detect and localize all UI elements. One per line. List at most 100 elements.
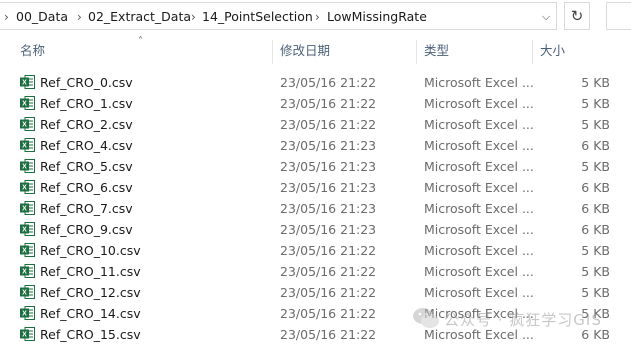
file-name: Ref_CRO_0.csv	[40, 75, 133, 90]
file-size: 5 KB	[581, 117, 610, 132]
file-type: Microsoft Excel ...	[424, 96, 534, 111]
svg-text:X: X	[22, 122, 27, 129]
file-name: Ref_CRO_12.csv	[40, 285, 141, 300]
file-type: Microsoft Excel ...	[424, 285, 534, 300]
svg-text:X: X	[22, 290, 27, 297]
file-modified: 23/05/16 21:22	[280, 327, 377, 342]
file-type: Microsoft Excel ...	[424, 75, 534, 90]
address-bar: › 00_Data › 02_Extract_Data › 14_PointSe…	[0, 0, 631, 34]
column-header-name[interactable]: 名称	[20, 36, 45, 66]
svg-text:X: X	[22, 311, 27, 318]
file-name: Ref_CRO_14.csv	[40, 306, 141, 321]
file-type: Microsoft Excel ...	[424, 138, 534, 153]
svg-text:X: X	[22, 80, 27, 87]
file-name: Ref_CRO_1.csv	[40, 96, 133, 111]
excel-csv-icon: X	[20, 285, 35, 299]
file-modified: 23/05/16 21:23	[280, 201, 377, 216]
file-row[interactable]: X Ref_CRO_6.csv 23/05/16 21:23 Microsoft Ex…	[0, 177, 631, 198]
file-size: 5 KB	[581, 159, 610, 174]
column-divider[interactable]	[416, 40, 417, 64]
column-divider[interactable]	[532, 40, 533, 64]
column-header-size[interactable]: 大小	[540, 36, 565, 66]
breadcrumb-item-extract-data[interactable]: 02_Extract_Data	[88, 3, 191, 31]
search-input[interactable]	[606, 2, 631, 30]
file-row[interactable]: X Ref_CRO_5.csv 23/05/16 21:23 Microsoft Ex…	[0, 156, 631, 177]
breadcrumb[interactable]: › 00_Data › 02_Extract_Data › 14_PointSe…	[0, 2, 557, 30]
file-row[interactable]: X Ref_CRO_9.csv 23/05/16 21:23 Microsoft Ex…	[0, 219, 631, 240]
file-name: Ref_CRO_11.csv	[40, 264, 141, 279]
svg-text:X: X	[22, 269, 27, 276]
file-modified: 23/05/16 21:23	[280, 222, 377, 237]
breadcrumb-item-00-data[interactable]: 00_Data	[16, 3, 68, 31]
file-type: Microsoft Excel ...	[424, 159, 534, 174]
file-row[interactable]: X Ref_CRO_11.csv 23/05/16 21:22 Microsoft E…	[0, 261, 631, 282]
column-header-type[interactable]: 类型	[424, 36, 449, 66]
file-modified: 23/05/16 21:23	[280, 138, 377, 153]
file-modified: 23/05/16 21:23	[280, 180, 377, 195]
refresh-icon: ↻	[570, 7, 584, 25]
excel-csv-icon: X	[20, 138, 35, 152]
file-name: Ref_CRO_6.csv	[40, 180, 133, 195]
file-row[interactable]: X Ref_CRO_0.csv 23/05/16 21:22 Microsoft Ex…	[0, 72, 631, 93]
file-row[interactable]: X Ref_CRO_2.csv 23/05/16 21:22 Microsoft Ex…	[0, 114, 631, 135]
svg-text:X: X	[22, 332, 27, 339]
excel-csv-icon: X	[20, 96, 35, 110]
excel-csv-icon: X	[20, 306, 35, 320]
file-size: 6 KB	[581, 138, 610, 153]
svg-text:X: X	[22, 248, 27, 255]
file-type: Microsoft Excel ...	[424, 117, 534, 132]
file-name: Ref_CRO_4.csv	[40, 138, 133, 153]
file-type: Microsoft Excel ...	[424, 222, 534, 237]
file-modified: 23/05/16 21:23	[280, 159, 377, 174]
excel-csv-icon: X	[20, 264, 35, 278]
file-size: 5 KB	[581, 285, 610, 300]
chevron-right-icon[interactable]: ›	[4, 3, 9, 31]
svg-text:X: X	[22, 206, 27, 213]
chevron-right-icon[interactable]: ›	[315, 3, 320, 31]
file-name: Ref_CRO_5.csv	[40, 159, 133, 174]
excel-csv-icon: X	[20, 75, 35, 89]
svg-text:X: X	[22, 164, 27, 171]
breadcrumb-item-point-selection[interactable]: 14_PointSelection	[202, 3, 313, 31]
excel-csv-icon: X	[20, 327, 35, 341]
watermark: 公众号 · 疯狂学习GIS	[412, 305, 628, 335]
watermark-text: 公众号 · 疯狂学习GIS	[444, 311, 602, 329]
file-size: 6 KB	[581, 201, 610, 216]
excel-csv-icon: X	[20, 117, 35, 131]
chevron-right-icon[interactable]: ›	[77, 3, 82, 31]
file-name: Ref_CRO_9.csv	[40, 222, 133, 237]
file-modified: 23/05/16 21:22	[280, 243, 377, 258]
file-row[interactable]: X Ref_CRO_12.csv 23/05/16 21:22 Microsoft E…	[0, 282, 631, 303]
chevron-down-icon[interactable]: ⌵	[535, 3, 557, 31]
file-size: 6 KB	[581, 180, 610, 195]
file-modified: 23/05/16 21:22	[280, 117, 377, 132]
file-row[interactable]: X Ref_CRO_10.csv 23/05/16 21:22 Microsoft E…	[0, 240, 631, 261]
file-name: Ref_CRO_7.csv	[40, 201, 133, 216]
breadcrumb-item-low-missing-rate[interactable]: LowMissingRate	[327, 3, 427, 31]
file-size: 5 KB	[581, 243, 610, 258]
svg-text:X: X	[22, 185, 27, 192]
column-header-modified[interactable]: 修改日期	[280, 36, 330, 66]
file-row[interactable]: X Ref_CRO_4.csv 23/05/16 21:23 Microsoft Ex…	[0, 135, 631, 156]
sort-ascending-icon: ˄	[138, 36, 143, 47]
svg-text:X: X	[22, 101, 27, 108]
file-type: Microsoft Excel ...	[424, 243, 534, 258]
file-name: Ref_CRO_10.csv	[40, 243, 141, 258]
file-modified: 23/05/16 21:22	[280, 264, 377, 279]
file-row[interactable]: X Ref_CRO_1.csv 23/05/16 21:22 Microsoft Ex…	[0, 93, 631, 114]
wechat-icon	[413, 308, 439, 328]
file-modified: 23/05/16 21:22	[280, 285, 377, 300]
excel-csv-icon: X	[20, 159, 35, 173]
column-divider[interactable]	[272, 40, 273, 64]
chevron-right-icon[interactable]: ›	[191, 3, 196, 31]
file-row[interactable]: X Ref_CRO_7.csv 23/05/16 21:23 Microsoft Ex…	[0, 198, 631, 219]
file-size: 5 KB	[581, 75, 610, 90]
file-size: 5 KB	[581, 264, 610, 279]
svg-text:X: X	[22, 143, 27, 150]
excel-csv-icon: X	[20, 222, 35, 236]
file-type: Microsoft Excel ...	[424, 180, 534, 195]
file-name: Ref_CRO_2.csv	[40, 117, 133, 132]
refresh-button[interactable]: ↻	[564, 2, 590, 30]
file-modified: 23/05/16 21:22	[280, 96, 377, 111]
excel-csv-icon: X	[20, 180, 35, 194]
